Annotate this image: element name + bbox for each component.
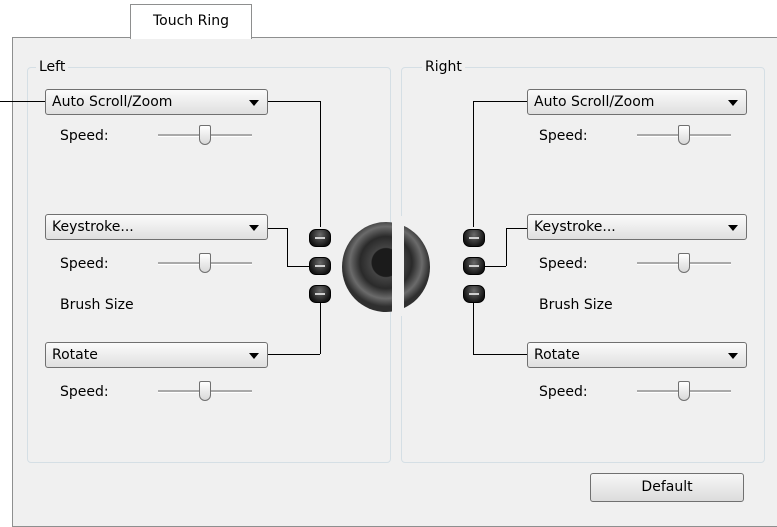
right-function-2-value: Keystroke... bbox=[534, 219, 616, 235]
connector-line bbox=[0, 101, 45, 102]
right-function-dropdown-2[interactable]: Keystroke... bbox=[527, 214, 747, 240]
slider-thumb[interactable] bbox=[199, 253, 211, 273]
slider-thumb[interactable] bbox=[199, 125, 211, 145]
left-speed-label-1: Speed: bbox=[60, 128, 109, 144]
right-speed-label-1: Speed: bbox=[539, 128, 588, 144]
right-speed-slider-2[interactable] bbox=[637, 252, 731, 274]
connector-line bbox=[268, 228, 287, 229]
connector-line bbox=[268, 354, 320, 355]
connector-line bbox=[485, 266, 506, 267]
tab-touch-ring[interactable]: Touch Ring bbox=[130, 4, 252, 39]
connector-line bbox=[473, 302, 474, 354]
chevron-down-icon bbox=[249, 353, 259, 359]
right-speed-slider-3[interactable] bbox=[637, 380, 731, 402]
chevron-down-icon bbox=[249, 225, 259, 231]
left-speed-slider-1[interactable] bbox=[158, 124, 252, 146]
right-function-1-value: Auto Scroll/Zoom bbox=[534, 94, 655, 110]
left-speed-label-3: Speed: bbox=[60, 384, 109, 400]
right-speed-label-2: Speed: bbox=[539, 256, 588, 272]
connector-line bbox=[320, 101, 321, 227]
left-function-2-value: Keystroke... bbox=[52, 219, 134, 235]
chevron-down-icon bbox=[728, 225, 738, 231]
right-brush-size-label: Brush Size bbox=[539, 297, 613, 313]
left-mode-key-2 bbox=[309, 257, 331, 275]
right-function-dropdown-1[interactable]: Auto Scroll/Zoom bbox=[527, 89, 747, 115]
left-speed-label-2: Speed: bbox=[60, 256, 109, 272]
left-speed-slider-3[interactable] bbox=[158, 380, 252, 402]
left-mode-key-1 bbox=[309, 229, 331, 247]
left-brush-size-label: Brush Size bbox=[60, 297, 134, 313]
connector-line bbox=[473, 354, 527, 355]
left-function-1-value: Auto Scroll/Zoom bbox=[52, 94, 173, 110]
connector-line bbox=[506, 228, 507, 266]
left-speed-slider-2[interactable] bbox=[158, 252, 252, 274]
left-function-dropdown-3[interactable]: Rotate bbox=[45, 342, 268, 368]
touch-ring-icon bbox=[342, 222, 430, 312]
right-mode-key-3 bbox=[463, 285, 485, 303]
left-group-title: Left bbox=[36, 58, 69, 76]
chevron-down-icon bbox=[728, 353, 738, 359]
left-function-dropdown-1[interactable]: Auto Scroll/Zoom bbox=[45, 89, 268, 115]
right-mode-key-1 bbox=[463, 229, 485, 247]
slider-thumb[interactable] bbox=[678, 381, 690, 401]
right-function-3-value: Rotate bbox=[534, 347, 580, 363]
right-speed-label-3: Speed: bbox=[539, 384, 588, 400]
connector-line bbox=[506, 228, 527, 229]
default-button[interactable]: Default bbox=[590, 473, 744, 502]
connector-line bbox=[473, 101, 474, 227]
right-mode-key-2 bbox=[463, 257, 485, 275]
connector-line bbox=[473, 101, 527, 102]
right-function-dropdown-3[interactable]: Rotate bbox=[527, 342, 747, 368]
slider-thumb[interactable] bbox=[199, 381, 211, 401]
left-mode-key-3 bbox=[309, 285, 331, 303]
ring-divider bbox=[392, 216, 404, 316]
chevron-down-icon bbox=[728, 100, 738, 106]
connector-line bbox=[287, 266, 309, 267]
right-speed-slider-1[interactable] bbox=[637, 124, 731, 146]
slider-thumb[interactable] bbox=[678, 125, 690, 145]
right-group-title: Right bbox=[422, 58, 465, 76]
connector-line bbox=[287, 228, 288, 266]
connector-line bbox=[268, 101, 320, 102]
connector-line bbox=[320, 302, 321, 354]
left-function-3-value: Rotate bbox=[52, 347, 98, 363]
slider-thumb[interactable] bbox=[678, 253, 690, 273]
left-function-dropdown-2[interactable]: Keystroke... bbox=[45, 214, 268, 240]
chevron-down-icon bbox=[249, 100, 259, 106]
